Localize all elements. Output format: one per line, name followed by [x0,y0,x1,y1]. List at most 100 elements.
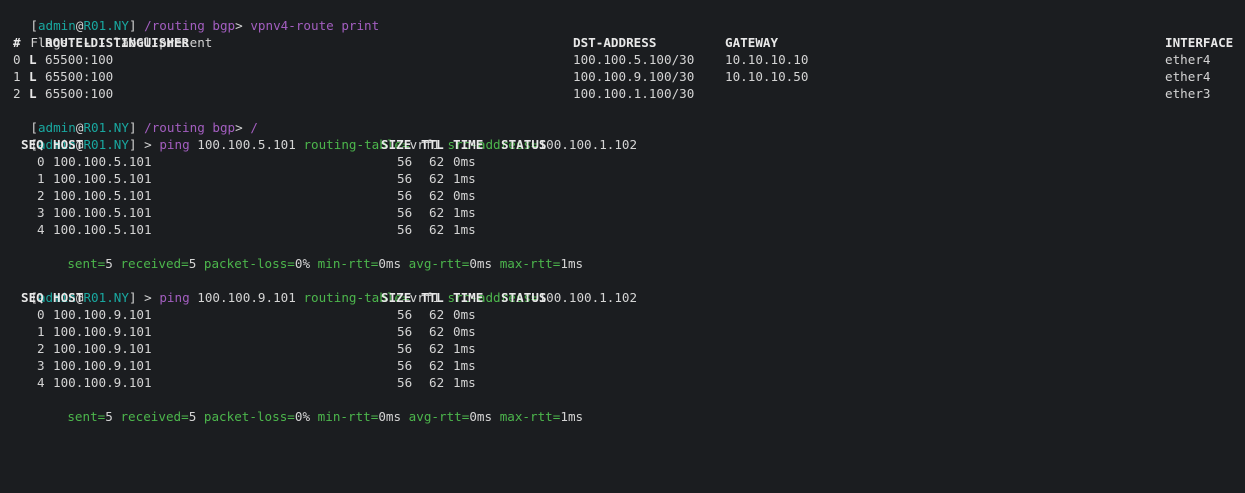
avg-rtt-key: avg-rtt= [408,256,470,271]
row-time: 0ms [453,154,476,169]
row-ttl: 62 [429,375,445,390]
row-ttl: 62 [429,222,445,237]
column-header-host: HOST [53,137,84,152]
row-time: 1ms [453,375,476,390]
ping-header: SEQ HOST SIZE TTL TIME STATUS [0,136,1245,153]
row-size: 56 [397,375,413,390]
command-text: vpnv4-route print [250,18,380,33]
row-host: 100.100.5.101 [53,188,152,203]
sent-value: 5 [105,409,113,424]
row-size: 56 [397,205,413,220]
max-rtt-key: max-rtt= [499,256,561,271]
column-header-time: TIME [453,290,484,305]
prompt-line-2: [admin@R01.NY] /routing bgp> / [0,102,258,135]
row-size: 56 [397,358,413,373]
table-row: 4 100.100.5.101 56 62 1ms [0,221,1245,238]
row-size: 56 [397,188,413,203]
received-key: received= [120,256,189,271]
row-size: 56 [397,154,413,169]
table-row: 3 100.100.5.101 56 62 1ms [0,204,1245,221]
table-row: 0 100.100.5.101 56 62 0ms [0,153,1245,170]
row-time: 0ms [453,188,476,203]
table-row: 0 L 65500:100 100.100.5.100/30 10.10.10.… [0,51,1245,68]
avg-rtt-key: avg-rtt= [408,409,470,424]
row-seq: 1 [37,324,45,339]
row-ttl: 62 [429,358,445,373]
column-header-size: SIZE [381,290,412,305]
avg-rtt-value: 0ms [469,409,493,424]
min-rtt-value: 0ms [378,409,402,424]
row-flag: L [29,52,37,67]
row-seq: 2 [37,341,45,356]
row-gateway: 10.10.10.50 [725,69,809,84]
column-header-status: STATUS [501,290,547,305]
column-header-interface: INTERFACE [1165,35,1234,50]
max-rtt-value: 1ms [560,409,584,424]
row-size: 56 [397,341,413,356]
row-seq: 3 [37,205,45,220]
row-interface: ether4 [1165,69,1211,84]
table-row: 1 100.100.9.101 56 62 0ms [0,323,1245,340]
row-interface: ether3 [1165,86,1211,101]
column-header-status: STATUS [501,137,547,152]
row-time: 1ms [453,171,476,186]
prompt-line-3: [admin@R01.NY] > ping 100.100.5.101 rout… [0,119,637,152]
column-header-host: HOST [53,290,84,305]
column-header-dst-address: DST-ADDRESS [573,35,657,50]
terminal-window[interactable]: [admin@R01.NY] /routing bgp> vpnv4-route… [0,0,1245,424]
row-time: 1ms [453,205,476,220]
row-route-distinguisher: 65500:100 [45,86,114,101]
packet-loss-key: packet-loss= [203,409,295,424]
row-seq: 3 [37,358,45,373]
row-time: 1ms [453,341,476,356]
column-header-gateway: GATEWAY [725,35,779,50]
received-value: 5 [188,256,197,271]
column-header-ttl: TTL [421,290,444,305]
row-ttl: 62 [429,324,445,339]
row-size: 56 [397,307,413,322]
column-header-seq: SEQ [21,290,44,305]
avg-rtt-value: 0ms [469,256,493,271]
ping-summary: sent=5 received=5 packet-loss=0% min-rtt… [37,238,583,271]
row-seq: 4 [37,222,45,237]
row-host: 100.100.5.101 [53,171,152,186]
sent-key: sent= [67,256,106,271]
row-time: 0ms [453,324,476,339]
row-seq: 0 [37,154,45,169]
row-ttl: 62 [429,154,445,169]
column-header-num: # [13,35,21,50]
sent-key: sent= [67,409,106,424]
route-table-header: # ROUTE-DISTINGUISHER DST-ADDRESS GATEWA… [0,34,1245,51]
row-host: 100.100.9.101 [53,324,152,339]
row-ttl: 62 [429,341,445,356]
table-row: 4 100.100.9.101 56 62 1ms [0,374,1245,391]
table-row: 3 100.100.9.101 56 62 1ms [0,357,1245,374]
ping-summary: sent=5 received=5 packet-loss=0% min-rtt… [37,391,583,424]
row-num: 2 [13,86,21,101]
row-ttl: 62 [429,205,445,220]
table-row: 0 100.100.9.101 56 62 0ms [0,306,1245,323]
row-dst-address: 100.100.9.100/30 [573,69,695,84]
row-size: 56 [397,222,413,237]
column-header-seq: SEQ [21,137,44,152]
row-seq: 1 [37,171,45,186]
row-host: 100.100.5.101 [53,205,152,220]
row-ttl: 62 [429,307,445,322]
received-value: 5 [188,409,197,424]
prompt-line-1: [admin@R01.NY] /routing bgp> vpnv4-route… [0,0,379,33]
row-flag: L [29,86,37,101]
min-rtt-value: 0ms [378,256,402,271]
row-time: 1ms [453,358,476,373]
row-size: 56 [397,324,413,339]
row-seq: 2 [37,188,45,203]
column-header-ttl: TTL [421,137,444,152]
row-flag: L [29,69,37,84]
table-row: 1 L 65500:100 100.100.9.100/30 10.10.10.… [0,68,1245,85]
row-route-distinguisher: 65500:100 [45,69,114,84]
packet-loss-key: packet-loss= [203,256,295,271]
row-dst-address: 100.100.5.100/30 [573,52,695,67]
row-host: 100.100.9.101 [53,307,152,322]
table-row: 2 100.100.9.101 56 62 1ms [0,340,1245,357]
column-header-route-distinguisher: ROUTE-DISTINGUISHER [45,35,190,50]
row-host: 100.100.5.101 [53,222,152,237]
